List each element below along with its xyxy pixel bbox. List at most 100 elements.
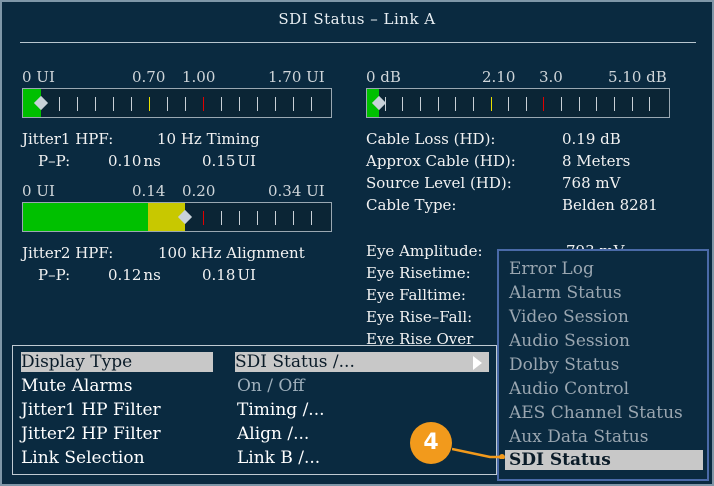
approx-cable-value: 8 Meters [562, 152, 631, 170]
source-level-value: 768 mV [562, 174, 621, 192]
jitter1-meter-tick [239, 97, 240, 111]
menu-item-jitter2-hp-filter[interactable]: Jitter2 HP Filter [21, 424, 161, 444]
jitter2-label: Jitter2 HPF: [22, 244, 114, 262]
submenu-item-sdi-status[interactable]: SDI Status [505, 450, 703, 470]
jitter1-meter-tick [59, 97, 60, 111]
cable-loss-meter-tick [543, 97, 544, 111]
jitter1-meter-tick [149, 97, 150, 111]
cable-loss-value: 0.19 dB [562, 130, 621, 148]
jitter1-meter-tick [311, 97, 312, 111]
submenu-item-audio-session[interactable]: Audio Session [509, 331, 630, 351]
eye-falltime-label: Eye Falltime: [366, 286, 466, 304]
jitter1-meter-tick [257, 97, 258, 111]
cable-scale-max: 5.10 dB [608, 68, 667, 86]
cable-loss-meter-tick [596, 97, 597, 111]
jitter1-meter-tick [95, 97, 96, 111]
jitter2-meter-green-fill [23, 203, 148, 231]
jitter2-meter-tick [311, 211, 312, 225]
eye-rise-fall-label: Eye Rise–Fall: [366, 308, 473, 326]
jitter2-filter: 100 kHz Alignment [158, 244, 305, 262]
jitter1-meter-tick [77, 97, 78, 111]
menu-item-jitter1-hp-filter[interactable]: Jitter1 HP Filter [21, 400, 161, 420]
jitter2-pp-label: P–P: [38, 266, 71, 284]
eye-amplitude-label: Eye Amplitude: [366, 242, 483, 260]
cable-scale-b: 3.0 [539, 68, 563, 86]
jitter2-scale-b: 0.20 [182, 182, 216, 200]
cable-scale-min: 0 dB [366, 68, 401, 86]
cable-loss-meter-tick [473, 97, 474, 111]
approx-cable-label: Approx Cable (HD): [366, 152, 516, 170]
jitter2-scale-min: 0 UI [22, 182, 55, 200]
submenu-item-aux-data-status[interactable]: Aux Data Status [509, 427, 648, 447]
jitter1-meter-tick [275, 97, 276, 111]
jitter1-meter [22, 88, 332, 118]
jitter2-meter-tick [275, 211, 276, 225]
title-divider [20, 42, 696, 43]
menu-value-mute-alarms[interactable]: On / Off [237, 376, 304, 396]
submenu-item-dolby-status[interactable]: Dolby Status [509, 355, 619, 375]
jitter1-scale-a: 0.70 [132, 68, 166, 86]
jitter2-scale-max: 0.34 UI [268, 182, 325, 200]
jitter1-meter-tick [167, 97, 168, 111]
cable-loss-meter-tick [508, 97, 509, 111]
jitter1-meter-tick [185, 97, 186, 111]
jitter1-scale-max: 1.70 UI [268, 68, 325, 86]
jitter2-meter-tick [221, 211, 222, 225]
jitter1-meter-tick [221, 97, 222, 111]
cable-loss-label: Cable Loss (HD): [366, 130, 496, 148]
display-type-submenu: Error Log Alarm Status Video Session Aud… [497, 249, 709, 481]
jitter1-meter-tick [293, 97, 294, 111]
submenu-item-video-session[interactable]: Video Session [509, 307, 629, 327]
menu-value-jitter1-hp-filter[interactable]: Timing /... [237, 400, 325, 420]
cable-loss-meter-tick [438, 97, 439, 111]
submenu-item-alarm-status[interactable]: Alarm Status [509, 283, 622, 303]
jitter2-scale-a: 0.14 [132, 182, 166, 200]
cable-loss-meter-tick [649, 97, 650, 111]
cable-loss-meter-tick [420, 97, 421, 111]
jitter2-meter-tick [293, 211, 294, 225]
jitter1-scale-min: 0 UI [22, 68, 55, 86]
source-level-label: Source Level (HD): [366, 174, 512, 192]
menu-value-link-selection[interactable]: Link B /... [237, 448, 320, 468]
jitter2-meter [22, 202, 332, 232]
submenu-arrow-icon [473, 356, 482, 370]
jitter1-label: Jitter1 HPF: [22, 130, 114, 148]
cable-loss-meter-tick [579, 97, 580, 111]
jitter2-meter-tick [239, 211, 240, 225]
jitter1-meter-tick [203, 97, 204, 111]
cable-loss-meter-tick [455, 97, 456, 111]
jitter1-pp-ns: 0.10 ns [108, 152, 161, 170]
cable-loss-meter-tick [526, 97, 527, 111]
callout-leader-line [452, 447, 505, 459]
jitter2-pp-ui: 0.18 UI [202, 266, 256, 284]
jitter1-meter-tick [131, 97, 132, 111]
submenu-item-aes-channel-status[interactable]: AES Channel Status [509, 403, 683, 423]
jitter1-pp-label: P–P: [38, 152, 71, 170]
jitter1-filter: 10 Hz Timing [157, 130, 260, 148]
menu-item-display-type[interactable]: Display Type [21, 352, 213, 372]
cable-scale-a: 2.10 [482, 68, 516, 86]
submenu-item-error-log[interactable]: Error Log [509, 259, 594, 279]
menu-item-link-selection[interactable]: Link Selection [21, 448, 145, 468]
cable-loss-meter-tick [402, 97, 403, 111]
jitter2-meter-tick [257, 211, 258, 225]
cable-type-label: Cable Type: [366, 196, 457, 214]
jitter1-pp-ui: 0.15 UI [202, 152, 256, 170]
menu-value-display-type[interactable]: SDI Status /... [235, 352, 489, 372]
cable-loss-meter-tick [561, 97, 562, 111]
submenu-item-audio-control[interactable]: Audio Control [509, 379, 629, 399]
window-title: SDI Status – Link A [278, 10, 436, 28]
eye-risetime-label: Eye Risetime: [366, 264, 471, 282]
cable-loss-meter-tick [614, 97, 615, 111]
menu-value-jitter2-hp-filter[interactable]: Align /... [237, 424, 309, 444]
cable-loss-meter-tick [491, 97, 492, 111]
cable-type-value: Belden 8281 [562, 196, 658, 214]
step-callout-badge: 4 [410, 422, 452, 464]
jitter2-pp-ns: 0.12 ns [108, 266, 161, 284]
jitter2-meter-tick [203, 211, 204, 225]
cable-loss-meter-tick [632, 97, 633, 111]
jitter1-scale-b: 1.00 [182, 68, 216, 86]
jitter1-meter-tick [113, 97, 114, 111]
cable-loss-meter-tick [385, 97, 386, 111]
menu-item-mute-alarms[interactable]: Mute Alarms [21, 376, 132, 396]
